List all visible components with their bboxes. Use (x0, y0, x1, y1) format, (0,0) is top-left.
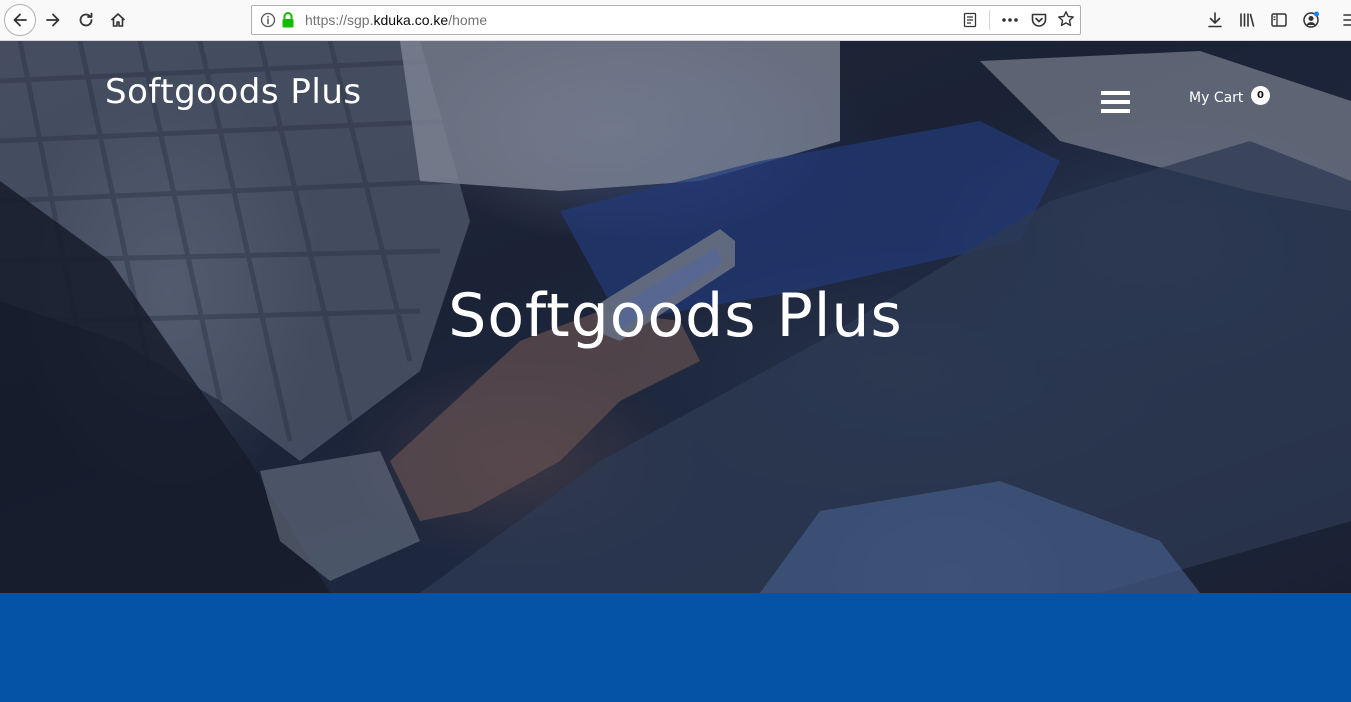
hamburger-menu-button[interactable] (1101, 91, 1130, 113)
hero-banner: Softgoods Plus My Cart 0 Softgoods Plus (0, 41, 1351, 593)
info-icon[interactable] (260, 12, 276, 28)
download-icon[interactable] (1206, 11, 1224, 29)
hamburger-bar (1101, 109, 1130, 113)
cart-count-badge[interactable]: 0 (1251, 86, 1270, 105)
url-domain: kduka.co.ke (373, 12, 449, 28)
menu-icon[interactable] (1340, 11, 1351, 29)
bookmark-star-icon[interactable] (1057, 10, 1075, 28)
browser-toolbar: https://sgp.kduka.co.ke/home (0, 0, 1351, 41)
lock-icon[interactable] (280, 11, 296, 29)
reader-view-icon[interactable] (962, 12, 978, 28)
reload-icon (79, 12, 93, 27)
brand-logo-text[interactable]: Softgoods Plus (105, 72, 362, 112)
forward-button[interactable] (38, 5, 68, 35)
account-icon[interactable] (1302, 11, 1320, 29)
url-prefix: https://sgp. (305, 12, 374, 28)
library-icon[interactable] (1238, 11, 1256, 29)
hero-title: Softgoods Plus (448, 281, 903, 351)
home-icon (110, 13, 126, 27)
forward-icon (46, 13, 60, 27)
my-cart-link[interactable]: My Cart (1189, 90, 1243, 106)
url-bar[interactable]: https://sgp.kduka.co.ke/home (251, 5, 1081, 35)
url-text[interactable]: https://sgp.kduka.co.ke/home (305, 12, 487, 28)
back-button[interactable] (4, 4, 36, 36)
blue-section-band (0, 593, 1351, 702)
more-actions-icon[interactable] (1000, 12, 1020, 28)
sidebar-icon[interactable] (1270, 11, 1288, 29)
home-button[interactable] (103, 5, 133, 35)
reload-button[interactable] (71, 5, 101, 35)
hamburger-bar (1101, 100, 1130, 104)
url-path: /home (448, 12, 488, 28)
url-bar-divider (989, 10, 990, 30)
pocket-icon[interactable] (1030, 11, 1048, 29)
hamburger-bar (1101, 91, 1130, 95)
back-icon (13, 13, 27, 27)
